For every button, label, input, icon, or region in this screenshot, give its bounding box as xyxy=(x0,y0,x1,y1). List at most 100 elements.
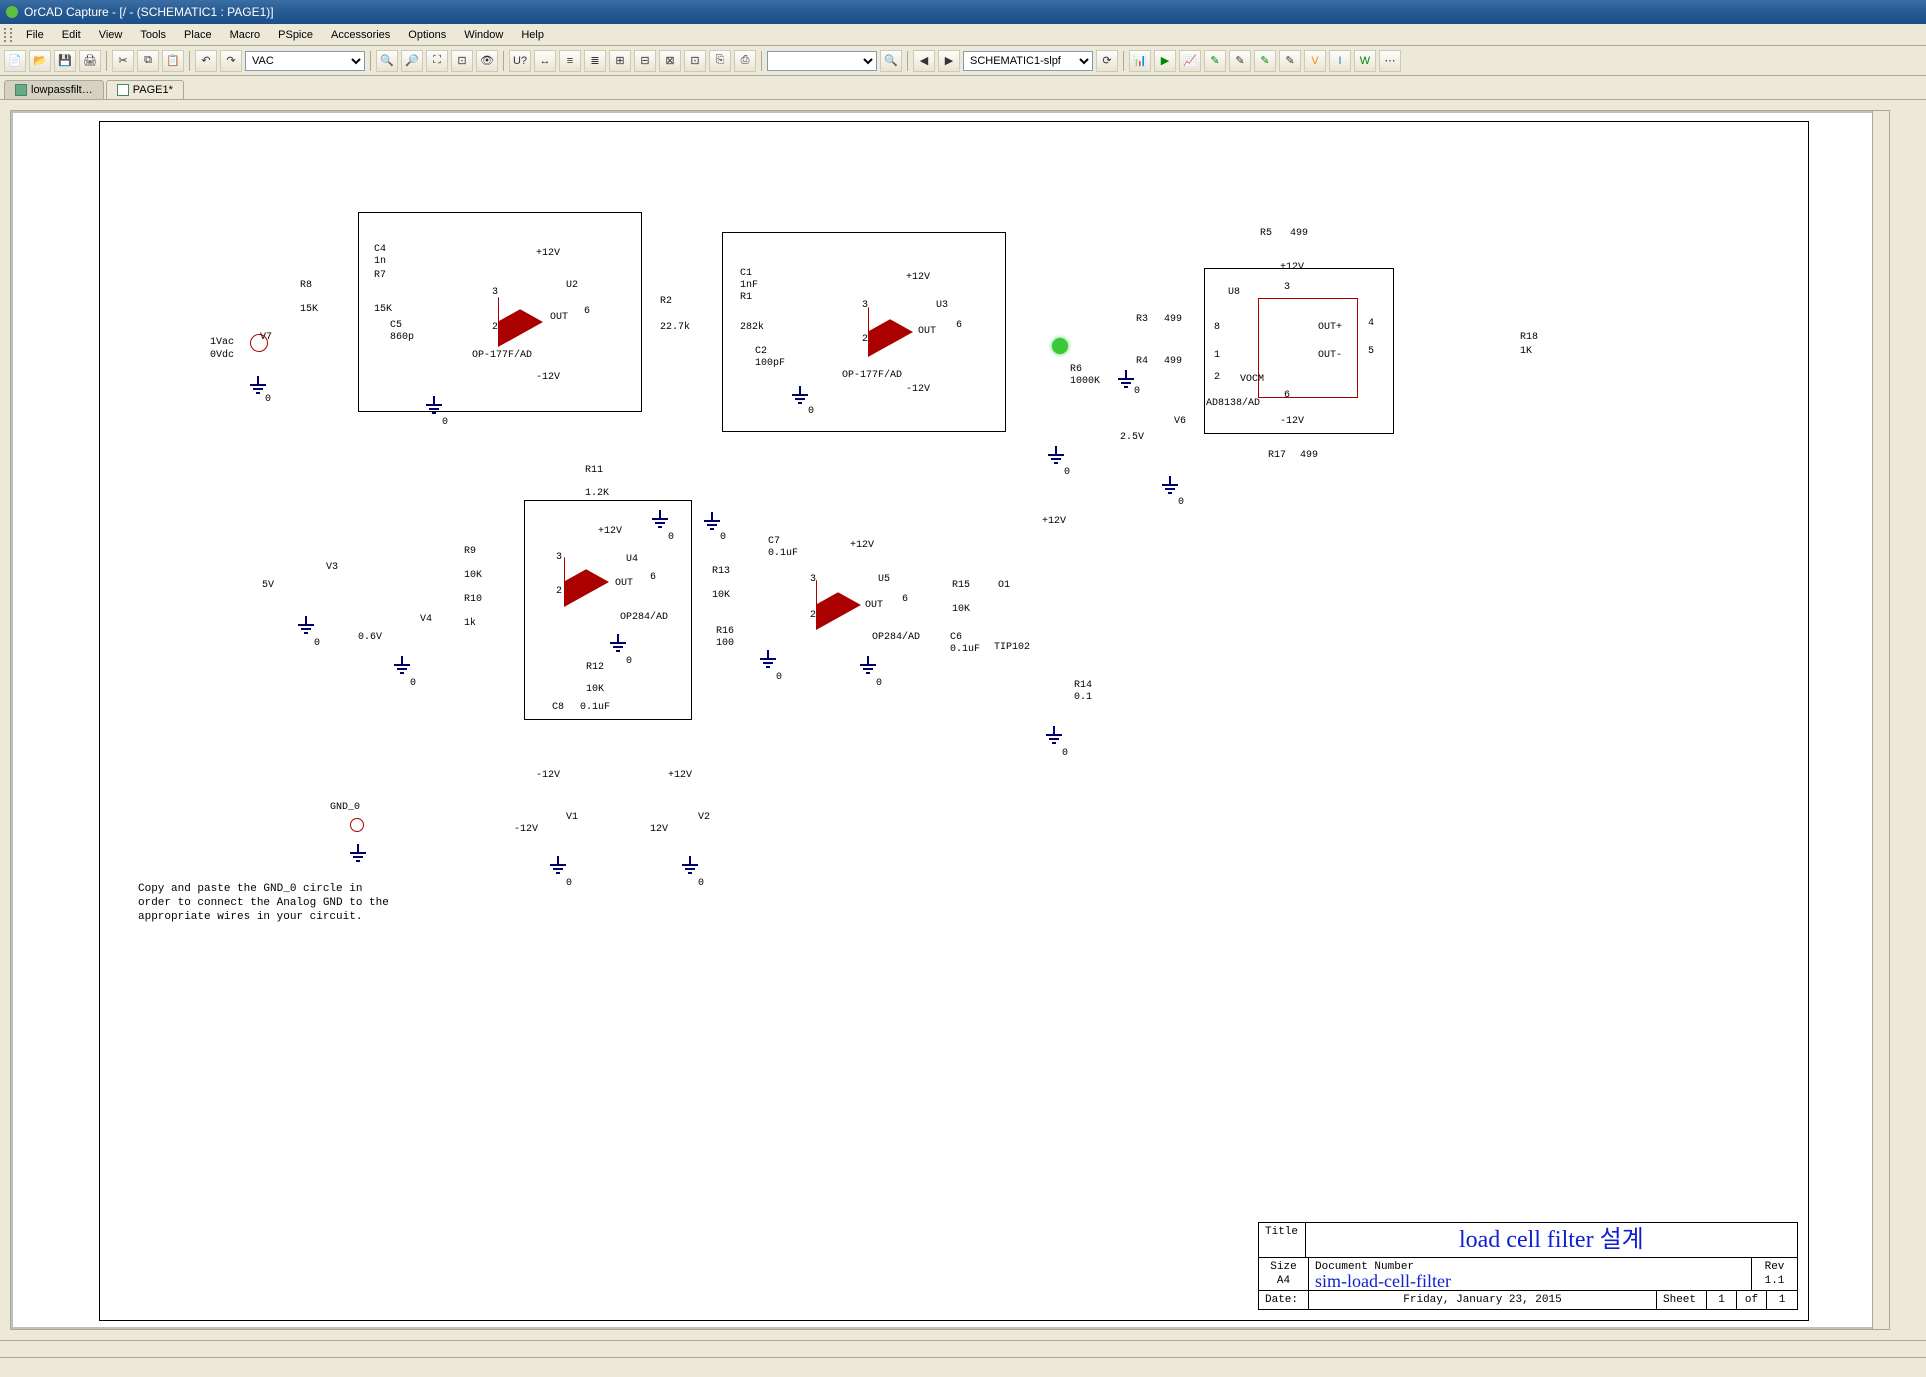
probe-d-button[interactable]: ✎ xyxy=(1279,50,1301,72)
refresh-button[interactable]: ⟳ xyxy=(1096,50,1118,72)
probe-i-button[interactable]: ✎ xyxy=(1229,50,1251,72)
r16-name: R16 xyxy=(716,626,734,637)
schematic-canvas[interactable]: 1Vac 0Vdc V7 0 R8 15K C4 1n R7 15K C5 86… xyxy=(10,110,1890,1330)
probe-v-button[interactable]: ✎ xyxy=(1204,50,1226,72)
zoom-area-button[interactable]: ⛶ xyxy=(426,50,448,72)
title-block: Title load cell filter 설계 Size A4 Docume… xyxy=(1258,1222,1798,1310)
u4-name: U4 xyxy=(626,554,638,565)
zoom-fit-button[interactable]: ⊡ xyxy=(451,50,473,72)
tb-h[interactable]: ⎘ xyxy=(709,50,731,72)
copy-button[interactable]: ⧉ xyxy=(137,50,159,72)
marker-i-button[interactable]: I xyxy=(1329,50,1351,72)
cut-button[interactable]: ✂ xyxy=(112,50,134,72)
o1-name: O1 xyxy=(998,580,1010,591)
r17-val: 499 xyxy=(1300,450,1318,461)
menu-window[interactable]: Window xyxy=(456,27,511,43)
vertical-scrollbar[interactable] xyxy=(1872,111,1889,1329)
r4-name: R4 xyxy=(1136,356,1148,367)
menu-edit[interactable]: Edit xyxy=(54,27,89,43)
save-button[interactable]: 💾 xyxy=(54,50,76,72)
hier-dropdown[interactable]: SCHEMATIC1-slpf xyxy=(963,51,1093,71)
tb-size-label: Size xyxy=(1265,1260,1302,1274)
marker-w-button[interactable]: W xyxy=(1354,50,1376,72)
u3-out: OUT xyxy=(918,326,936,337)
open-button[interactable]: 📂 xyxy=(29,50,51,72)
view-button[interactable]: 👁 xyxy=(476,50,498,72)
v7-line1: 1Vac xyxy=(210,337,234,348)
menu-macro[interactable]: Macro xyxy=(222,27,269,43)
zoom-out-button[interactable]: 🔎 xyxy=(401,50,423,72)
tab-label: PAGE1* xyxy=(133,84,173,96)
undo-button[interactable]: ↶ xyxy=(195,50,217,72)
menu-help[interactable]: Help xyxy=(513,27,552,43)
run-button[interactable]: ▶ xyxy=(1154,50,1176,72)
tb-c[interactable]: ≣ xyxy=(584,50,606,72)
tb-date-label: Date: xyxy=(1259,1291,1309,1309)
tab-project[interactable]: lowpassfilt… xyxy=(4,80,104,99)
horizontal-scrollbar[interactable] xyxy=(0,1340,1926,1357)
v6-val: 2.5V xyxy=(1120,432,1144,443)
find-dropdown[interactable] xyxy=(767,51,877,71)
find-button[interactable]: 🔍 xyxy=(880,50,902,72)
next-button[interactable]: ▶ xyxy=(938,50,960,72)
u8-pin4: 4 xyxy=(1368,318,1374,329)
marker-v-button[interactable]: V xyxy=(1304,50,1326,72)
tb-d[interactable]: ⊞ xyxy=(609,50,631,72)
u3-n12v: -12V xyxy=(906,384,930,395)
main-toolbar: 📄 📂 💾 🖨 ✂ ⧉ 📋 ↶ ↷ VAC 🔍 🔎 ⛶ ⊡ 👁 U? ↔ ≡ ≣… xyxy=(0,46,1926,76)
prev-button[interactable]: ◀ xyxy=(913,50,935,72)
v3-name: V3 xyxy=(326,562,338,573)
menu-bar: File Edit View Tools Place Macro PSpice … xyxy=(0,24,1926,46)
tb-of-label: of xyxy=(1737,1291,1767,1309)
paste-button[interactable]: 📋 xyxy=(162,50,184,72)
menu-options[interactable]: Options xyxy=(400,27,454,43)
menu-file[interactable]: File xyxy=(18,27,52,43)
u8-pin5: 5 xyxy=(1368,346,1374,357)
menu-pspice[interactable]: PSpice xyxy=(270,27,321,43)
u4-out: OUT xyxy=(615,578,633,589)
tb-f[interactable]: ⊠ xyxy=(659,50,681,72)
u8-pin8: 8 xyxy=(1214,322,1220,333)
probe-w-button[interactable]: ✎ xyxy=(1254,50,1276,72)
tb-b[interactable]: ≡ xyxy=(559,50,581,72)
tb-e[interactable]: ⊟ xyxy=(634,50,656,72)
tb-i[interactable]: ⎙ xyxy=(734,50,756,72)
menu-place[interactable]: Place xyxy=(176,27,220,43)
r15-val: 10K xyxy=(952,604,970,615)
part-dropdown[interactable]: VAC xyxy=(245,51,365,71)
redo-button[interactable]: ↷ xyxy=(220,50,242,72)
results-button[interactable]: 📈 xyxy=(1179,50,1201,72)
u3-pin2: 2 xyxy=(862,334,868,345)
tb-sheet-n: 1 xyxy=(1707,1291,1737,1309)
page-icon xyxy=(117,84,129,96)
zoom-in-button[interactable]: 🔍 xyxy=(376,50,398,72)
tb-title: load cell filter 설계 xyxy=(1306,1223,1797,1257)
gnd-instruction-note: Copy and paste the GND_0 circle in order… xyxy=(138,882,389,924)
tb-u[interactable]: U? xyxy=(509,50,531,72)
gnd-v2: 0 xyxy=(698,878,704,889)
marker-more-button[interactable]: ⋯ xyxy=(1379,50,1401,72)
r5-val: 499 xyxy=(1290,228,1308,239)
print-button[interactable]: 🖨 xyxy=(79,50,101,72)
menu-tools[interactable]: Tools xyxy=(132,27,174,43)
o1-p12v: +12V xyxy=(1042,516,1066,527)
gnd-r16: 0 xyxy=(776,672,782,683)
tb-a[interactable]: ↔ xyxy=(534,50,556,72)
gnd-u3: 0 xyxy=(808,406,814,417)
new-button[interactable]: 📄 xyxy=(4,50,26,72)
sim-profile-button[interactable]: 📊 xyxy=(1129,50,1151,72)
tab-page1[interactable]: PAGE1* xyxy=(106,80,184,99)
gnd-u4: 0 xyxy=(626,656,632,667)
work-area: 1Vac 0Vdc V7 0 R8 15K C4 1n R7 15K C5 86… xyxy=(0,100,1926,1340)
gnd-v4: 0 xyxy=(410,678,416,689)
selection-marker[interactable] xyxy=(1052,338,1068,354)
menu-view[interactable]: View xyxy=(91,27,131,43)
menu-accessories[interactable]: Accessories xyxy=(323,27,398,43)
schematic-page[interactable]: 1Vac 0Vdc V7 0 R8 15K C4 1n R7 15K C5 86… xyxy=(99,121,1809,1321)
r18-name: R18 xyxy=(1520,332,1538,343)
tb-sheet-label: Sheet xyxy=(1657,1291,1707,1309)
v6-name: V6 xyxy=(1174,416,1186,427)
tb-g[interactable]: ⊡ xyxy=(684,50,706,72)
c1-val: 1nF xyxy=(740,280,758,291)
u8-pin2: 2 xyxy=(1214,372,1220,383)
